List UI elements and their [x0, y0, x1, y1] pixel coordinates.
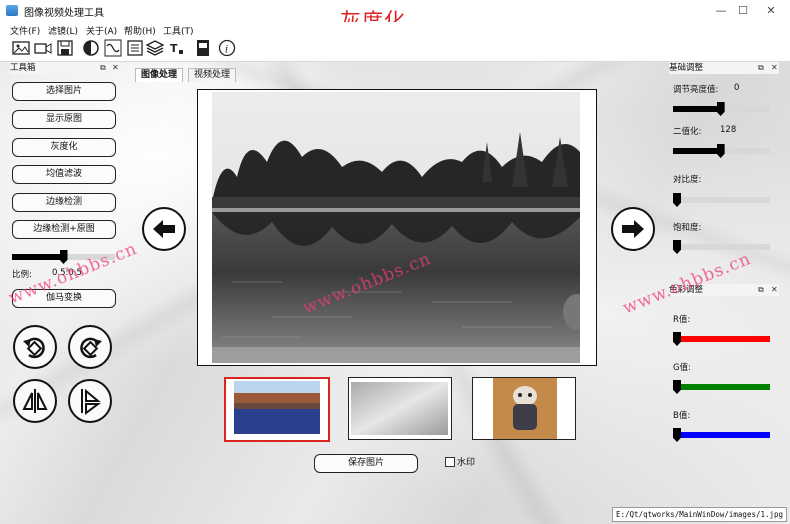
menu-filter[interactable]: 滤镜(L): [48, 24, 78, 37]
thumbnail-paper[interactable]: [348, 377, 452, 440]
menu-bar: 文件(F) 滤镜(L) 关于(A) 帮助(H) 工具(T): [0, 22, 790, 37]
watermark-checkbox-label: 水印: [457, 458, 476, 468]
svg-text:i: i: [225, 45, 228, 56]
slider-fill: [673, 106, 717, 112]
binary-label: 二值化:: [673, 127, 702, 137]
tab-image-processing[interactable]: 图像处理: [135, 68, 184, 82]
slider-track: [673, 384, 770, 390]
flip-horizontal-icon[interactable]: [13, 379, 57, 423]
cat-thumbnail: [493, 378, 557, 439]
slider-track: [673, 432, 770, 438]
float-icon[interactable]: ⧉: [758, 63, 764, 73]
rotate-left-icon[interactable]: [13, 325, 57, 369]
tab-video-processing[interactable]: 视频处理: [188, 68, 237, 82]
export-icon[interactable]: [194, 39, 212, 57]
ratio-slider-fill: [12, 254, 64, 260]
arrow-right-icon: [622, 220, 644, 238]
b-value-label: B值:: [673, 411, 691, 421]
previous-image-button[interactable]: [142, 207, 186, 251]
text-size-icon[interactable]: T: [168, 39, 186, 57]
ratio-label: 比例:: [12, 270, 32, 280]
close-icon[interactable]: ✕: [760, 3, 782, 19]
menu-help[interactable]: 帮助(H): [124, 24, 156, 37]
slider-track: [673, 197, 770, 203]
edge-original-button[interactable]: 边缘检测+原图: [12, 220, 116, 239]
contrast-icon[interactable]: [82, 39, 100, 57]
maximize-icon[interactable]: ☐: [732, 3, 754, 19]
wave-icon[interactable]: [104, 39, 122, 57]
r-value-label: R值:: [673, 315, 691, 325]
menu-about[interactable]: 关于(A): [86, 24, 117, 37]
app-icon: [6, 5, 18, 16]
brightness-label: 调节亮度值:: [673, 85, 719, 95]
menu-file[interactable]: 文件(F): [10, 24, 40, 37]
binary-value: 128: [720, 125, 737, 135]
float-icon[interactable]: ⧉: [100, 63, 106, 73]
dock-close-icon[interactable]: ✕: [771, 63, 778, 72]
dock-close-icon[interactable]: ✕: [112, 63, 119, 72]
thumbnail-cat[interactable]: [472, 377, 576, 440]
contrast-label: 对比度:: [673, 175, 702, 185]
select-image-button[interactable]: 选择图片: [12, 82, 116, 101]
status-path: E:/Qt/qtworks/MainWinDow/images/1.jpg: [612, 507, 787, 522]
layers-icon[interactable]: [145, 39, 165, 57]
next-image-button[interactable]: [611, 207, 655, 251]
slider-track: [673, 244, 770, 250]
svg-text:T: T: [170, 42, 178, 55]
grayscale-button[interactable]: 灰度化: [12, 138, 116, 157]
info-icon[interactable]: i: [218, 39, 236, 57]
float-icon[interactable]: ⧉: [758, 285, 764, 295]
minimize-icon[interactable]: —: [710, 3, 732, 19]
watermark-checkbox[interactable]: [445, 457, 455, 467]
lake-thumbnail: [226, 379, 324, 436]
grayscale-lake-image: [212, 92, 580, 363]
camera-icon[interactable]: [34, 39, 52, 57]
rotate-right-icon[interactable]: [68, 325, 112, 369]
save-image-button[interactable]: 保存图片: [314, 454, 418, 473]
edge-detect-button[interactable]: 边缘检测: [12, 193, 116, 212]
show-original-button[interactable]: 显示原图: [12, 110, 116, 129]
dock-close-icon[interactable]: ✕: [771, 285, 778, 294]
image-icon[interactable]: [12, 39, 30, 57]
arrow-left-icon: [153, 220, 175, 238]
title-bar: 图像视频处理工具 灰度化 — ☐ ✕: [0, 0, 790, 33]
slider-track: [673, 336, 770, 342]
thumbnail-lake[interactable]: [224, 377, 330, 442]
mean-filter-button[interactable]: 均值滤波: [12, 165, 116, 184]
menu-tools[interactable]: 工具(T): [163, 24, 194, 37]
g-value-label: G值:: [673, 363, 691, 373]
flip-vertical-icon[interactable]: [68, 379, 112, 423]
save-icon[interactable]: [56, 39, 74, 57]
grid-icon[interactable]: [126, 39, 144, 57]
main-image-frame: [197, 89, 597, 366]
toolbar: T i: [0, 37, 790, 62]
brightness-value: 0: [734, 83, 740, 93]
saturation-label: 饱和度:: [673, 223, 702, 233]
window-title: 图像视频处理工具: [24, 8, 104, 19]
paper-thumbnail: [351, 382, 448, 435]
slider-fill: [673, 148, 717, 154]
